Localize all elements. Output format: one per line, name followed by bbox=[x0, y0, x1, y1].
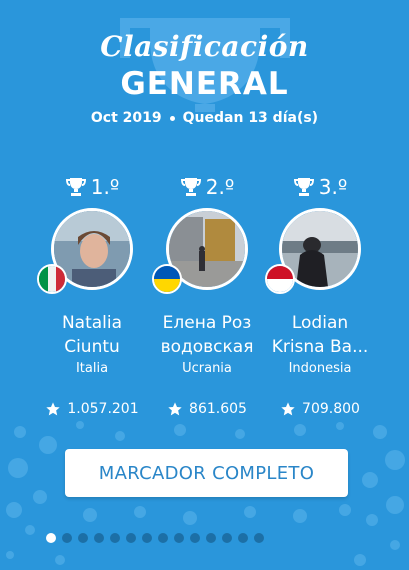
page-dot[interactable] bbox=[142, 533, 152, 543]
page-dot[interactable] bbox=[126, 533, 136, 543]
rank-label: 1.º bbox=[90, 175, 120, 199]
leaderboard-card: Clasificación GENERAL Oct 2019 Quedan 13 … bbox=[0, 0, 409, 570]
page-dot[interactable] bbox=[222, 533, 232, 543]
podium-entry-2[interactable]: 2.º Елена Роз водовская Ucrania bbox=[145, 172, 269, 376]
rank-label: 3.º bbox=[318, 175, 348, 199]
period-line: Oct 2019 Quedan 13 día(s) bbox=[0, 110, 409, 126]
page-dot[interactable] bbox=[238, 533, 248, 543]
ukraine-flag-icon bbox=[152, 264, 182, 294]
player-score: 709.800 bbox=[258, 401, 382, 417]
title-script: Clasificación bbox=[100, 30, 309, 63]
player-first-name: Lodian bbox=[291, 313, 349, 333]
podium-entry-1[interactable]: 1.º Natalia Ciuntu Italia bbox=[30, 172, 154, 376]
score-value: 861.605 bbox=[189, 401, 247, 417]
player-score: 861.605 bbox=[145, 401, 269, 417]
trophy-icon bbox=[293, 178, 314, 196]
page-dot[interactable] bbox=[254, 533, 264, 543]
trophy-icon bbox=[180, 178, 201, 196]
avatar-wrap bbox=[152, 208, 248, 294]
italy-flag-icon bbox=[37, 264, 67, 294]
bullet-separator bbox=[169, 115, 175, 121]
page-dot[interactable] bbox=[174, 533, 184, 543]
rank-row: 2.º bbox=[145, 172, 269, 202]
player-first-name: Елена Роз bbox=[162, 313, 252, 333]
page-dot[interactable] bbox=[78, 533, 88, 543]
page-title: GENERAL bbox=[120, 66, 289, 102]
podium-entry-3[interactable]: 3.º Lodian Krisna Ba... Indonesia bbox=[258, 172, 382, 376]
page-dot[interactable] bbox=[158, 533, 168, 543]
page-dot[interactable] bbox=[190, 533, 200, 543]
player-name: Natalia Ciuntu bbox=[30, 311, 154, 359]
star-icon bbox=[46, 402, 61, 416]
full-leaderboard-button[interactable]: MARCADOR COMPLETO bbox=[65, 449, 348, 497]
page-dot[interactable] bbox=[206, 533, 216, 543]
indonesia-flag-icon bbox=[265, 264, 295, 294]
score-value: 1.057.201 bbox=[67, 401, 139, 417]
player-last-name: Ciuntu bbox=[64, 337, 120, 357]
player-first-name: Natalia bbox=[61, 313, 123, 333]
trophy-icon bbox=[65, 178, 86, 196]
rank-row: 3.º bbox=[258, 172, 382, 202]
rank-row: 1.º bbox=[30, 172, 154, 202]
player-name: Елена Роз водовская bbox=[145, 311, 269, 359]
rank-label: 2.º bbox=[205, 175, 235, 199]
star-icon bbox=[168, 402, 182, 416]
remaining-label: Quedan 13 día(s) bbox=[182, 110, 319, 126]
player-last-name: водовская bbox=[160, 337, 254, 357]
star-icon bbox=[281, 402, 295, 416]
avatar-wrap bbox=[37, 208, 133, 294]
page-indicator[interactable] bbox=[46, 533, 264, 543]
player-last-name: Krisna Ba... bbox=[271, 337, 369, 357]
page-dot[interactable] bbox=[94, 533, 104, 543]
player-name: Lodian Krisna Ba... bbox=[258, 311, 382, 359]
score-value: 709.800 bbox=[302, 401, 360, 417]
player-score: 1.057.201 bbox=[30, 401, 154, 417]
period-label: Oct 2019 bbox=[90, 110, 162, 126]
player-country: Ucrania bbox=[182, 361, 232, 376]
page-dot[interactable] bbox=[62, 533, 72, 543]
player-country: Indonesia bbox=[288, 361, 352, 376]
page-dot[interactable] bbox=[46, 533, 56, 543]
player-country: Italia bbox=[75, 361, 109, 376]
page-dot[interactable] bbox=[110, 533, 120, 543]
avatar-wrap bbox=[265, 208, 361, 294]
